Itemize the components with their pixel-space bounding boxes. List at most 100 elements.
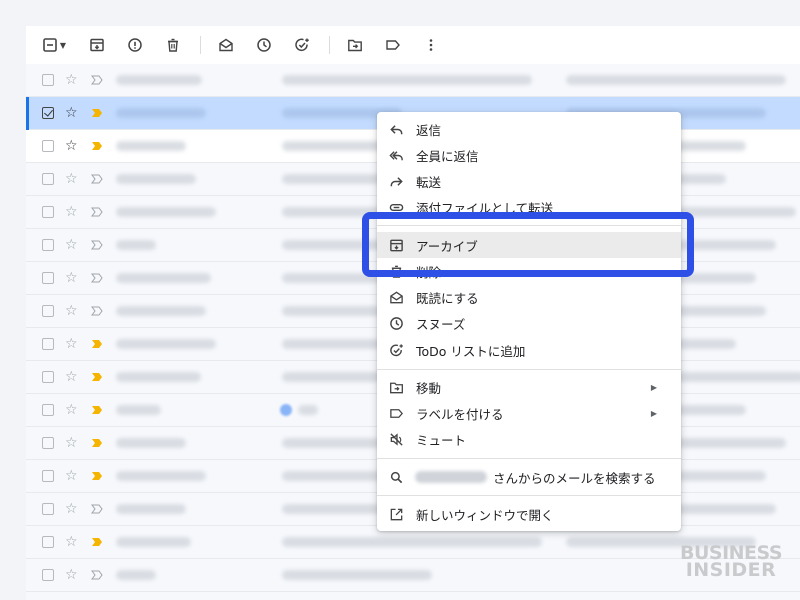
menu-item-open-new-window[interactable]: 新しいウィンドウで開く bbox=[377, 501, 681, 527]
star-icon[interactable]: ☆ bbox=[65, 238, 79, 252]
star-icon[interactable]: ☆ bbox=[65, 436, 79, 450]
star-icon[interactable]: ☆ bbox=[65, 304, 79, 318]
task-add-icon bbox=[295, 38, 309, 52]
reply-icon bbox=[388, 121, 404, 137]
archive-button[interactable] bbox=[84, 32, 110, 58]
important-marker-icon[interactable] bbox=[91, 371, 103, 383]
important-marker-icon[interactable] bbox=[91, 305, 103, 317]
menu-divider bbox=[377, 458, 681, 459]
archive-highlight-box bbox=[362, 212, 694, 277]
star-icon[interactable]: ☆ bbox=[65, 106, 79, 120]
menu-item-label: 移動 bbox=[416, 380, 442, 396]
clock-icon bbox=[388, 315, 404, 331]
menu-item-mark-as-read[interactable]: 既読にする bbox=[377, 284, 681, 310]
important-marker-icon[interactable] bbox=[91, 239, 103, 251]
menu-item-label: ToDo リストに追加 bbox=[416, 343, 526, 359]
more-vert-icon bbox=[429, 39, 433, 51]
select-all-button[interactable]: ▼ bbox=[36, 32, 72, 58]
star-icon[interactable]: ☆ bbox=[65, 370, 79, 384]
add-to-tasks-button[interactable] bbox=[289, 32, 315, 58]
star-icon[interactable]: ☆ bbox=[65, 139, 79, 153]
sender-redacted bbox=[116, 438, 186, 448]
important-marker-icon[interactable] bbox=[91, 338, 103, 350]
mail-row[interactable]: ☆ bbox=[26, 64, 800, 97]
open-in-new-icon bbox=[388, 506, 404, 522]
menu-item-mute[interactable]: ミュート bbox=[377, 426, 681, 452]
important-marker-icon[interactable] bbox=[91, 107, 103, 119]
star-icon[interactable]: ☆ bbox=[65, 205, 79, 219]
toolbar-divider bbox=[329, 36, 330, 54]
row-checkbox[interactable] bbox=[42, 239, 54, 251]
snippet-redacted bbox=[566, 75, 786, 85]
star-icon[interactable]: ☆ bbox=[65, 337, 79, 351]
star-icon[interactable]: ☆ bbox=[65, 502, 79, 516]
sender-redacted bbox=[116, 537, 191, 547]
important-marker-icon[interactable] bbox=[91, 140, 103, 152]
menu-item-label-as[interactable]: ラベルを付ける ▶ bbox=[377, 400, 681, 426]
star-icon[interactable]: ☆ bbox=[65, 535, 79, 549]
star-icon[interactable]: ☆ bbox=[65, 403, 79, 417]
important-marker-icon[interactable] bbox=[91, 206, 103, 218]
sender-redacted bbox=[116, 141, 186, 151]
sender-redacted bbox=[116, 504, 186, 514]
delete-button[interactable] bbox=[160, 32, 186, 58]
row-checkbox[interactable] bbox=[42, 74, 54, 86]
row-checkbox[interactable] bbox=[42, 503, 54, 515]
row-checkbox[interactable] bbox=[42, 107, 54, 119]
star-icon[interactable]: ☆ bbox=[65, 172, 79, 186]
labels-button[interactable] bbox=[380, 32, 406, 58]
row-checkbox[interactable] bbox=[42, 536, 54, 548]
mark-as-read-button[interactable] bbox=[213, 32, 239, 58]
search-icon bbox=[388, 469, 404, 485]
important-marker-icon[interactable] bbox=[91, 536, 103, 548]
row-checkbox[interactable] bbox=[42, 371, 54, 383]
avatar bbox=[280, 404, 292, 416]
sender-redacted bbox=[116, 240, 156, 250]
menu-item-snooze[interactable]: スヌーズ bbox=[377, 310, 681, 336]
submenu-arrow-icon: ▶ bbox=[650, 408, 657, 418]
report-spam-button[interactable] bbox=[122, 32, 148, 58]
row-checkbox[interactable] bbox=[42, 338, 54, 350]
star-icon[interactable]: ☆ bbox=[65, 73, 79, 87]
menu-item-add-to-tasks[interactable]: ToDo リストに追加 bbox=[377, 337, 681, 363]
subject-redacted bbox=[298, 405, 318, 415]
sender-redacted bbox=[116, 207, 216, 217]
menu-item-label: ラベルを付ける bbox=[416, 406, 504, 422]
row-checkbox[interactable] bbox=[42, 437, 54, 449]
row-checkbox[interactable] bbox=[42, 569, 54, 581]
important-marker-icon[interactable] bbox=[91, 569, 103, 581]
folder-move-icon bbox=[348, 39, 362, 52]
row-checkbox[interactable] bbox=[42, 305, 54, 317]
row-checkbox[interactable] bbox=[42, 404, 54, 416]
important-marker-icon[interactable] bbox=[91, 404, 103, 416]
row-checkbox[interactable] bbox=[42, 206, 54, 218]
snooze-button[interactable] bbox=[251, 32, 277, 58]
menu-item-reply-all[interactable]: 全員に返信 bbox=[377, 142, 681, 168]
more-options-button[interactable] bbox=[418, 32, 444, 58]
row-checkbox[interactable] bbox=[42, 470, 54, 482]
mute-icon bbox=[388, 431, 404, 447]
important-marker-icon[interactable] bbox=[91, 173, 103, 185]
sender-redacted bbox=[116, 471, 206, 481]
business-insider-watermark: BUSINESS INSIDER bbox=[676, 544, 786, 580]
row-checkbox[interactable] bbox=[42, 140, 54, 152]
important-marker-icon[interactable] bbox=[91, 74, 103, 86]
move-to-button[interactable] bbox=[342, 32, 368, 58]
star-icon[interactable]: ☆ bbox=[65, 271, 79, 285]
menu-item-search-from-sender[interactable]: さんからのメールを検索する bbox=[377, 464, 681, 490]
important-marker-icon[interactable] bbox=[91, 272, 103, 284]
menu-item-reply[interactable]: 返信 bbox=[377, 116, 681, 142]
important-marker-icon[interactable] bbox=[91, 437, 103, 449]
important-marker-icon[interactable] bbox=[91, 503, 103, 515]
menu-item-label: スヌーズ bbox=[416, 316, 466, 332]
menu-item-forward[interactable]: 転送 bbox=[377, 168, 681, 194]
menu-item-move-to[interactable]: 移動 ▶ bbox=[377, 374, 681, 400]
sender-redacted bbox=[116, 372, 201, 382]
star-icon[interactable]: ☆ bbox=[65, 469, 79, 483]
toolbar-divider bbox=[200, 36, 201, 54]
archive-icon bbox=[90, 38, 104, 52]
star-icon[interactable]: ☆ bbox=[65, 568, 79, 582]
important-marker-icon[interactable] bbox=[91, 470, 103, 482]
row-checkbox[interactable] bbox=[42, 173, 54, 185]
row-checkbox[interactable] bbox=[42, 272, 54, 284]
